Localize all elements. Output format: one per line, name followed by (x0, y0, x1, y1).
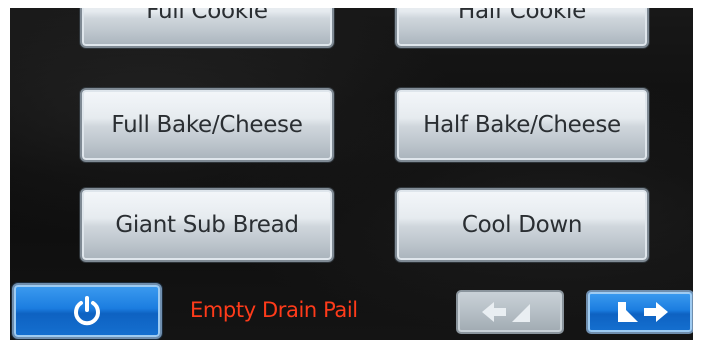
half-cookie-label: Half Cookie (458, 8, 586, 24)
status-message: Empty Drain Pail (190, 298, 358, 322)
full-cookie-label: Full Cookie (146, 8, 268, 24)
full-bake-cheese-label: Full Bake/Cheese (111, 112, 303, 138)
giant-sub-bread-label: Giant Sub Bread (115, 212, 299, 238)
half-bake-cheese-button[interactable]: Half Bake/Cheese (395, 88, 649, 162)
full-cookie-button[interactable]: Full Cookie (80, 8, 334, 48)
half-bake-cheese-label: Half Bake/Cheese (423, 112, 621, 138)
cool-down-label: Cool Down (461, 212, 583, 238)
arrow-left-icon (482, 302, 530, 322)
touch-screen: Full Cookie Half Cookie Full Bake/Cheese… (10, 8, 693, 340)
next-button[interactable] (586, 290, 693, 334)
power-button[interactable] (12, 283, 162, 339)
back-button[interactable] (456, 290, 564, 334)
full-bake-cheese-button[interactable]: Full Bake/Cheese (80, 88, 334, 162)
arrow-right-icon (618, 302, 668, 322)
giant-sub-bread-button[interactable]: Giant Sub Bread (80, 188, 334, 262)
power-icon (74, 296, 100, 326)
device-bezel: Full Cookie Half Cookie Full Bake/Cheese… (0, 0, 701, 347)
half-cookie-button[interactable]: Half Cookie (395, 8, 649, 48)
cool-down-button[interactable]: Cool Down (395, 188, 649, 262)
